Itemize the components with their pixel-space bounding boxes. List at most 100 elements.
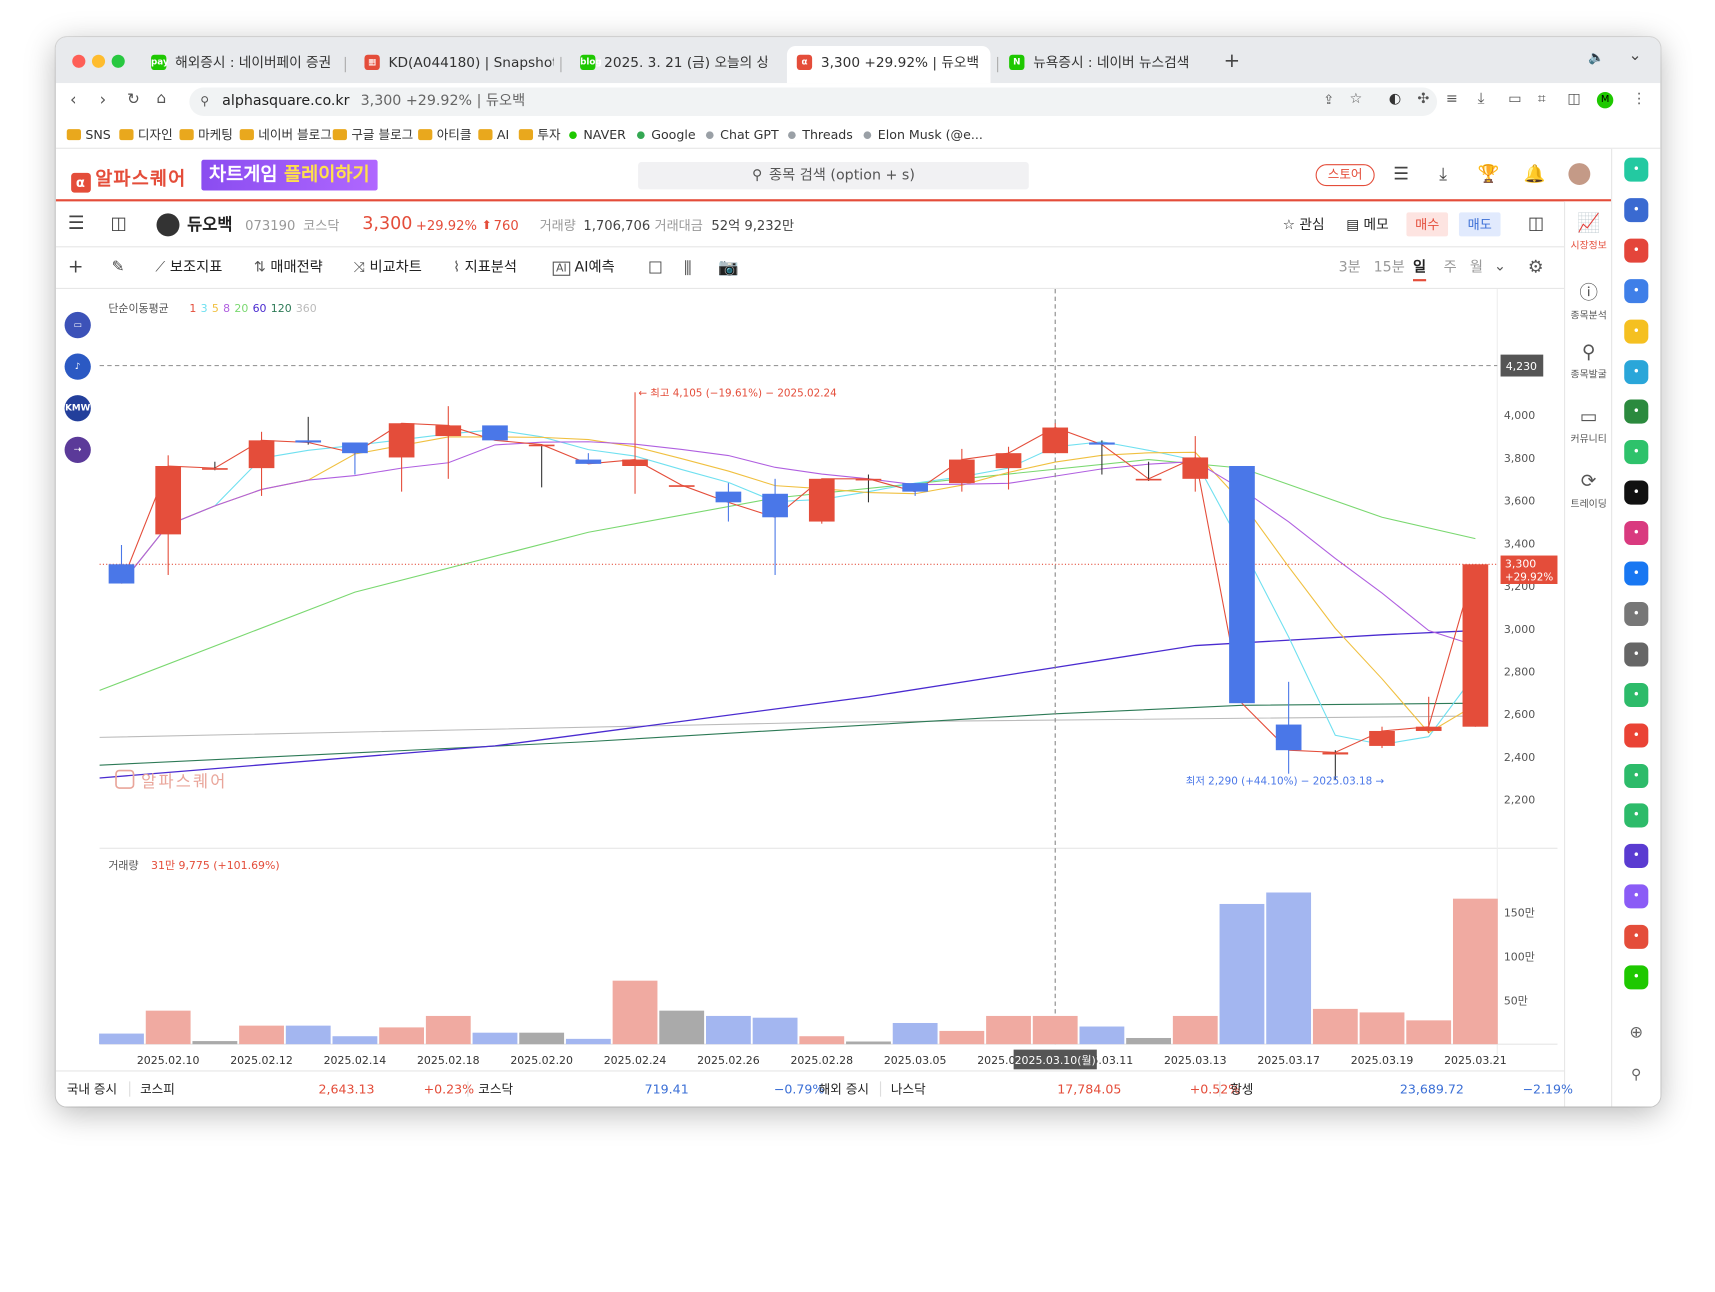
candle[interactable] — [528, 444, 555, 488]
volume-bar[interactable] — [1312, 1008, 1358, 1045]
side-naver-icon[interactable]: • — [1624, 965, 1649, 990]
browser-tab-5[interactable]: N 뉴욕증시 : 네이버 뉴스검색 — [999, 46, 1196, 83]
volume-bar[interactable] — [425, 1015, 471, 1045]
extensions-icon[interactable]: ✣ — [1417, 91, 1429, 107]
candle[interactable] — [108, 545, 135, 584]
watchlist-add-icon[interactable]: ☰ — [1393, 163, 1409, 184]
period-5[interactable]: 월 — [1470, 257, 1483, 279]
ma-legend-period[interactable]: 3 — [201, 302, 208, 315]
bookmark-4[interactable]: 네이버 블로그 — [239, 120, 332, 148]
ma-5-line[interactable] — [121, 436, 1476, 734]
side-maps-icon[interactable]: • — [1624, 440, 1649, 465]
ma-legend-period[interactable]: 1 — [189, 302, 196, 315]
browser-tab-2[interactable]: ▦ KD(A044180) | Snapshot | — [355, 46, 554, 83]
candle[interactable] — [1415, 696, 1442, 734]
download-icon[interactable]: ⤓ — [1478, 90, 1485, 108]
volume-bar[interactable] — [1219, 903, 1265, 1045]
side-chatgpt-icon[interactable]: • — [1624, 157, 1649, 182]
ma-1-line[interactable] — [120, 422, 1476, 753]
volume-bar[interactable] — [285, 1025, 331, 1045]
ma-legend-period[interactable]: 120 — [271, 302, 292, 315]
candle[interactable] — [1042, 423, 1069, 454]
reload-icon[interactable]: ↻ — [127, 91, 140, 109]
user-avatar[interactable] — [1568, 163, 1591, 185]
back-icon[interactable]: ‹ — [70, 90, 77, 110]
candle[interactable] — [1275, 681, 1302, 774]
volume-bar[interactable] — [892, 1022, 938, 1045]
url-input[interactable]: ⚲ alphasquare.co.kr 3,300 +29.92% | 듀오백 — [189, 87, 1438, 117]
candle-type-icon[interactable]: ⫼ — [684, 257, 692, 279]
camera-icon[interactable]: 📷 — [718, 256, 738, 278]
volume-bar[interactable] — [1126, 1037, 1171, 1045]
volume-bar[interactable] — [705, 1015, 751, 1045]
zoom-window-button[interactable] — [111, 54, 125, 68]
side-facebook-icon[interactable]: • — [1624, 561, 1649, 586]
buy-button[interactable]: 매수 — [1406, 212, 1449, 237]
volume-bar[interactable] — [1452, 898, 1498, 1045]
site-logo[interactable]: α 알파스퀘어 — [71, 163, 186, 193]
analysis-button[interactable]: ⌇ 지표분석 — [453, 257, 517, 279]
extension-1-icon[interactable]: ◐ — [1389, 91, 1401, 107]
indicator-button[interactable]: ⟋ 보조지표 — [155, 257, 222, 279]
chart-game-promo-button[interactable]: 차트게임 플레이하기 — [201, 159, 378, 191]
side-check-icon[interactable]: • — [1624, 682, 1649, 707]
volume-bar[interactable] — [1406, 1020, 1452, 1045]
side-camera-icon[interactable]: • — [1624, 844, 1649, 869]
volume-bar[interactable] — [332, 1036, 378, 1045]
reading-list-icon[interactable]: ≡ — [1446, 91, 1458, 107]
bookmark-1[interactable]: SNS — [66, 120, 111, 148]
side-stocks-icon[interactable]: • — [1624, 399, 1649, 424]
volume-bar[interactable] — [379, 1027, 425, 1045]
candle[interactable] — [1229, 465, 1255, 704]
side-pen-icon[interactable]: • — [1624, 601, 1649, 626]
notification-bell-icon[interactable]: 🔔 — [1524, 163, 1546, 184]
volume-bar[interactable] — [612, 980, 658, 1045]
side-bulb-icon[interactable]: • — [1624, 884, 1649, 909]
side-calendar-icon[interactable]: • — [1624, 278, 1649, 303]
candle[interactable] — [575, 453, 602, 464]
candle[interactable] — [762, 478, 788, 575]
candle[interactable] — [808, 478, 835, 524]
bookmark-5[interactable]: 구글 블로그 — [332, 120, 413, 148]
bookmark-star-icon[interactable]: ☆ — [1350, 91, 1363, 107]
hamburger-menu-icon[interactable]: ☰ — [68, 212, 85, 234]
period-4[interactable]: 주 — [1444, 257, 1457, 279]
minimize-window-button[interactable] — [91, 54, 106, 68]
stock-search-input[interactable]: ⚲ 종목 검색 (option + s) — [638, 161, 1029, 190]
side-instagram-icon[interactable]: • — [1624, 521, 1649, 546]
volume-bar[interactable] — [565, 1038, 611, 1045]
candle[interactable] — [435, 406, 462, 479]
bookmark-3[interactable]: 마케팅 — [179, 120, 233, 148]
bookmark-7[interactable]: AI — [478, 120, 509, 148]
candle[interactable] — [1089, 440, 1115, 475]
ma-legend-period[interactable]: 60 — [253, 302, 267, 315]
bookmark-9[interactable]: NAVER — [569, 120, 626, 148]
store-button[interactable]: 스토어 — [1315, 164, 1375, 187]
ai-predict-button[interactable]: AI AI예측 — [552, 257, 615, 280]
home-icon[interactable]: ⌂ — [157, 90, 167, 108]
candle[interactable] — [388, 423, 415, 492]
ma-legend-period[interactable]: 5 — [212, 302, 219, 315]
browser-tab-3[interactable]: blog2025. 3. 21 (금) 오늘의 상한가 — [570, 46, 767, 83]
ma-3-line[interactable] — [121, 429, 1476, 746]
volume-bar[interactable] — [986, 1015, 1031, 1045]
side-edge-icon[interactable]: • — [1624, 197, 1649, 223]
side-pocket-icon[interactable]: • — [1624, 238, 1649, 263]
sell-button[interactable]: 매도 — [1458, 212, 1501, 237]
ma-legend-period[interactable]: 8 — [223, 302, 230, 315]
bookmark-13[interactable]: Elon Musk (@e... — [863, 120, 983, 148]
ma-360-line[interactable] — [99, 715, 1476, 738]
side-avatar-icon[interactable]: • — [1624, 642, 1649, 667]
menu-kebab-icon[interactable]: ⋮ — [1632, 91, 1646, 107]
side-tiktok-icon[interactable]: • — [1624, 480, 1649, 505]
bookmark-8[interactable]: 투자 — [518, 120, 561, 148]
download-app-icon[interactable]: ⤓ — [1439, 163, 1447, 185]
forward-icon[interactable]: › — [100, 90, 107, 110]
index-name[interactable]: 코스피 — [140, 1072, 175, 1107]
volume-bar[interactable] — [1172, 1015, 1218, 1045]
watch-button[interactable]: ☆ 관심 — [1283, 213, 1325, 235]
volume-bar[interactable] — [145, 1010, 191, 1045]
index-name[interactable]: 코스닥 — [478, 1072, 513, 1107]
side-alpha-icon[interactable]: • — [1624, 924, 1649, 950]
ma-legend-period[interactable]: 20 — [234, 302, 248, 315]
